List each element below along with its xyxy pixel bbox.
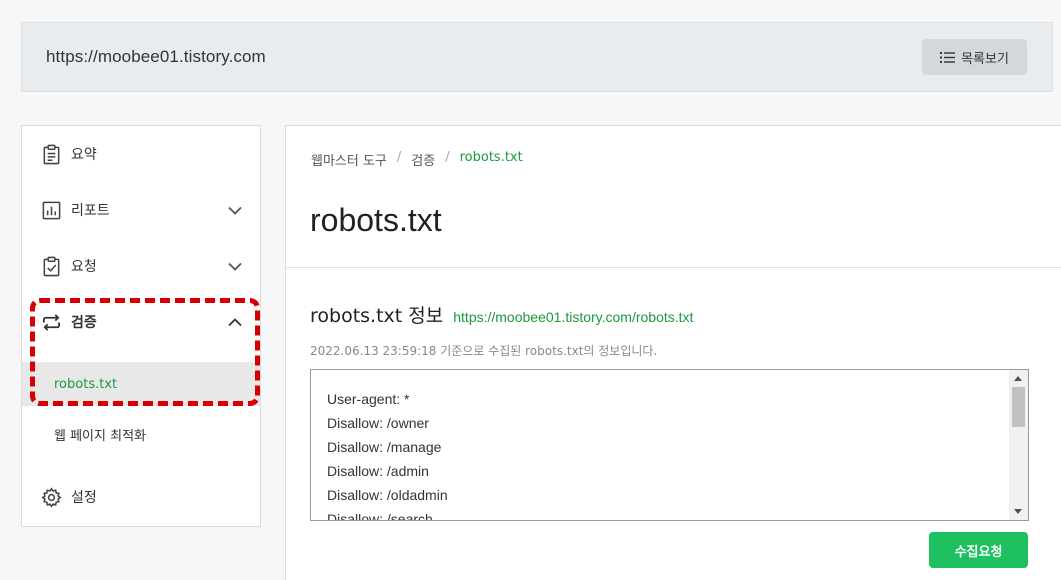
robots-info-description: 2022.06.13 23:59:18 기준으로 수집된 robots.txt의… — [310, 344, 658, 358]
breadcrumb: 웹마스터 도구 / 검증 / robots.txt — [311, 150, 523, 169]
sidebar-item-report[interactable]: 리포트 — [22, 190, 260, 230]
breadcrumb-separator: / — [396, 150, 402, 165]
robots-line: Disallow: /owner — [327, 415, 429, 431]
divider — [286, 267, 1061, 268]
robots-info-header: robots.txt 정보 https://moobee01.tistory.c… — [310, 301, 693, 328]
repeat-icon — [40, 311, 62, 333]
list-icon — [940, 51, 956, 63]
robots-info-title: robots.txt 정보 — [310, 305, 444, 327]
robots-line: Disallow: /admin — [327, 463, 429, 479]
sidebar-item-label: 요약 — [71, 147, 97, 163]
breadcrumb-item[interactable]: 웹마스터 도구 — [311, 150, 387, 169]
sidebar-item-label: 검증 — [71, 315, 97, 331]
sidebar-subitem-label: 웹 페이지 최적화 — [54, 428, 146, 444]
page-title: robots.txt — [310, 202, 442, 238]
robots-txt-link[interactable]: https://moobee01.tistory.com/robots.txt — [453, 309, 693, 325]
vertical-scrollbar[interactable] — [1009, 370, 1028, 520]
robots-content-box[interactable]: User-agent: * Disallow: /owner Disallow:… — [310, 369, 1029, 521]
sidebar-item-label: 설정 — [71, 490, 97, 506]
sidebar-item-verify[interactable]: 검증 — [22, 302, 260, 342]
sidebar: 요약 리포트 요청 검증 robots.txt 웹 페이지 최적화 설정 — [21, 125, 261, 527]
chevron-up-icon — [228, 317, 242, 327]
sidebar-subitem-web-page-optimization[interactable]: 웹 페이지 최적화 — [22, 412, 260, 456]
sidebar-item-label: 요청 — [71, 259, 97, 275]
scroll-up-icon[interactable] — [1014, 376, 1022, 381]
scroll-thumb[interactable] — [1012, 387, 1025, 427]
chevron-down-icon — [228, 262, 242, 271]
sidebar-item-summary[interactable]: 요약 — [22, 134, 260, 174]
clipboard-icon — [40, 143, 62, 165]
list-view-button-label: 목록보기 — [961, 51, 1009, 67]
sidebar-item-label: 리포트 — [71, 203, 110, 219]
robots-line: Disallow: /oldadmin — [327, 487, 448, 503]
scroll-down-icon[interactable] — [1014, 509, 1022, 514]
list-view-button[interactable]: 목록보기 — [922, 39, 1027, 75]
bar-chart-icon — [40, 199, 62, 221]
breadcrumb-current: robots.txt — [459, 150, 523, 165]
breadcrumb-item[interactable]: 검증 — [411, 150, 435, 169]
robots-line: Disallow: /search — [327, 511, 433, 521]
robots-content: User-agent: * Disallow: /owner Disallow:… — [327, 387, 448, 521]
breadcrumb-separator: / — [445, 150, 450, 165]
gear-icon — [40, 486, 62, 508]
sidebar-item-settings[interactable]: 설정 — [22, 477, 260, 517]
main-panel: 웹마스터 도구 / 검증 / robots.txt robots.txt rob… — [285, 125, 1061, 580]
chevron-down-icon — [228, 206, 242, 215]
sidebar-item-request[interactable]: 요청 — [22, 246, 260, 286]
site-url: https://moobee01.tistory.com — [46, 47, 266, 66]
sidebar-subitem-label: robots.txt — [54, 376, 118, 392]
site-bar: https://moobee01.tistory.com 목록보기 — [21, 22, 1053, 92]
collect-request-button[interactable]: 수집요청 — [929, 532, 1028, 568]
robots-line: Disallow: /manage — [327, 439, 442, 455]
robots-line: User-agent: * — [327, 391, 410, 407]
clipboard-check-icon — [40, 255, 62, 277]
sidebar-subitem-robots-txt[interactable]: robots.txt — [22, 362, 260, 406]
